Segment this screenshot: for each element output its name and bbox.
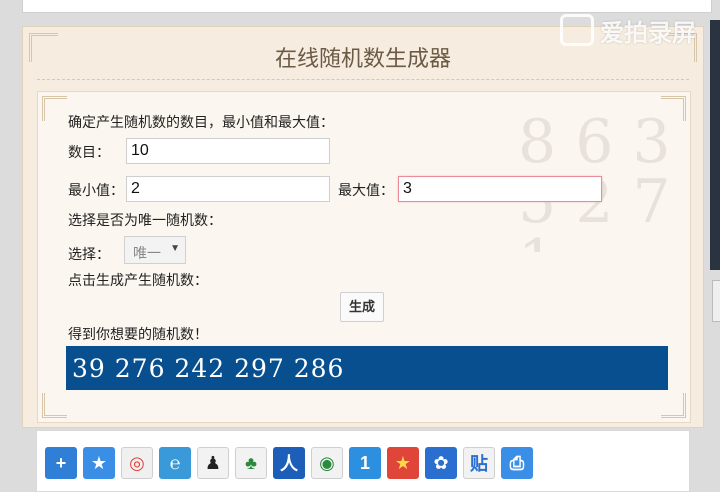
qq-icon[interactable]: ♟ <box>197 447 229 479</box>
favorite-star-icon[interactable]: ★ <box>387 447 419 479</box>
corner-ornament <box>661 96 686 121</box>
count-input[interactable] <box>126 138 330 164</box>
star-icon[interactable]: ★ <box>83 447 115 479</box>
clover-icon[interactable]: ♣ <box>235 447 267 479</box>
result-label: 得到你想要的随机数！ <box>68 326 208 342</box>
dropdown-arrow-icon: ▼ <box>170 243 180 254</box>
recorder-watermark: 爱拍录屏 <box>560 10 720 50</box>
unique-select[interactable]: 唯一 ▼ <box>124 236 186 264</box>
weibo-icon[interactable]: ◎ <box>121 447 153 479</box>
select-label: 选择： <box>68 246 110 262</box>
corner-ornament <box>42 96 67 121</box>
scroll-handle[interactable] <box>712 280 720 322</box>
one-icon[interactable]: 1 <box>349 447 381 479</box>
plus-icon[interactable]: + <box>45 447 77 479</box>
generate-prompt: 点击生成产生随机数： <box>68 272 208 288</box>
qzone-icon[interactable]: ℮ <box>159 447 191 479</box>
result-display: 39 276 242 297 286 <box>66 346 668 390</box>
min-label: 最小值： <box>68 182 124 198</box>
unique-prompt: 选择是否为唯一随机数： <box>68 212 222 228</box>
baidu-icon[interactable]: ✿ <box>425 447 457 479</box>
generate-button[interactable]: 生成 <box>340 292 384 322</box>
title-divider <box>37 79 689 80</box>
max-label: 最大值： <box>338 182 394 198</box>
print-icon[interactable]: ⎙ <box>501 447 533 479</box>
corner-ornament <box>42 393 67 418</box>
corner-ornament <box>661 393 686 418</box>
recorder-logo-icon <box>560 14 594 46</box>
tieba-icon[interactable]: 贴 <box>463 447 495 479</box>
generator-panel: 在线随机数生成器 8 6 3 5 2 7 1 确定产生随机数的数目，最小值和最大… <box>22 26 704 428</box>
wechat-icon[interactable]: ◉ <box>311 447 343 479</box>
count-label: 数目： <box>68 144 110 160</box>
renren-icon[interactable]: 人 <box>273 447 305 479</box>
side-panel-edge <box>710 20 720 270</box>
max-input[interactable] <box>398 176 602 202</box>
form-area: 8 6 3 5 2 7 1 确定产生随机数的数目，最小值和最大值： 数目： 最小… <box>37 91 691 423</box>
min-input[interactable] <box>126 176 330 202</box>
unique-select-value: 唯一 <box>133 245 161 261</box>
intro-text: 确定产生随机数的数目，最小值和最大值： <box>68 114 334 130</box>
share-panel: + ★ ◎ ℮ ♟ ♣ 人 ◉ 1 ★ ✿ 贴 ⎙ <box>36 430 690 492</box>
watermark-text: 爱拍录屏 <box>600 19 696 47</box>
share-icon-row: + ★ ◎ ℮ ♟ ♣ 人 ◉ 1 ★ ✿ 贴 ⎙ <box>45 447 533 479</box>
